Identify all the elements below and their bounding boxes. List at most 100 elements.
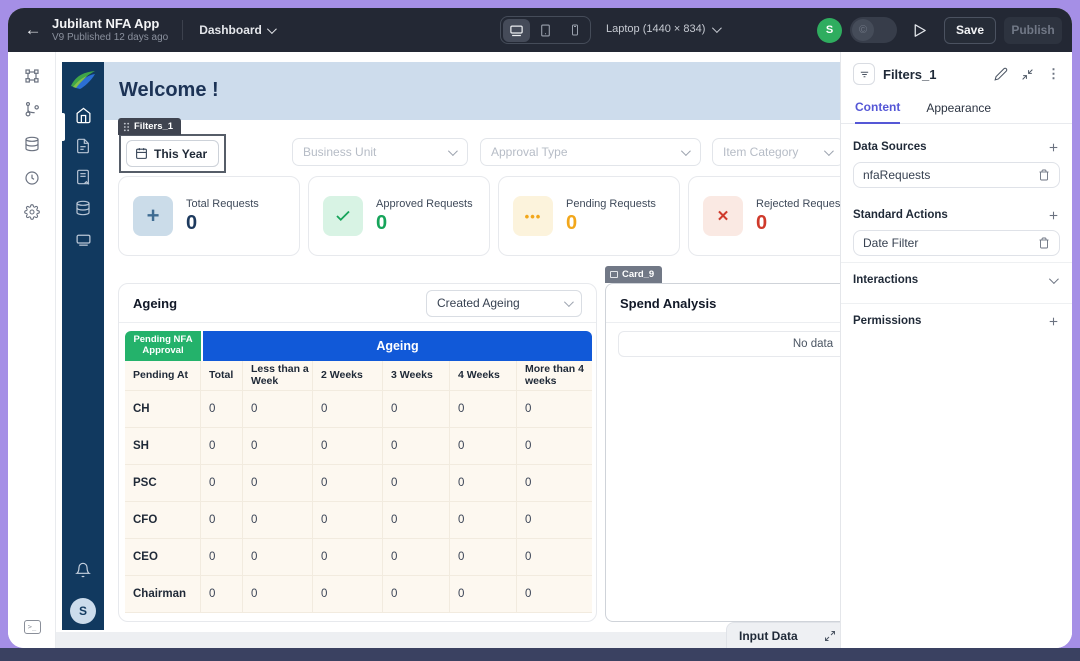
column-header: 4 Weeks (450, 361, 517, 391)
cell: 0 (383, 391, 450, 428)
back-button[interactable]: ← (18, 20, 48, 40)
collapse-icon (1021, 68, 1034, 81)
collapse-panel-button[interactable] (1021, 68, 1034, 81)
app-title: Jubilant NFA App (52, 17, 168, 32)
laptop-icon (509, 23, 524, 38)
device-tablet-button[interactable] (532, 19, 559, 42)
cell: 0 (383, 428, 450, 465)
calendar-icon (135, 147, 148, 160)
device-mobile-button[interactable] (561, 19, 588, 42)
nav-screen-icon[interactable] (75, 231, 92, 248)
history-icon[interactable] (24, 170, 40, 186)
rename-button[interactable] (994, 67, 1008, 81)
widget-selection-outline[interactable]: This Year (119, 134, 226, 173)
cell: 0 (450, 576, 517, 613)
add-permission-button[interactable] (1047, 315, 1060, 328)
nav-form-icon[interactable] (75, 169, 92, 186)
user-avatar[interactable]: S (817, 18, 842, 43)
add-data-source-button[interactable] (1047, 141, 1060, 154)
item-category-select[interactable]: Item Category (712, 138, 844, 166)
add-standard-action-button[interactable] (1047, 209, 1060, 222)
widget-tag-filters[interactable]: Filters_1 (118, 118, 181, 135)
row-label: CEO (125, 539, 201, 576)
app-nav-items (62, 107, 104, 248)
cell: 0 (243, 502, 313, 539)
table-row: CH 0 0 0 0 0 0 (125, 391, 592, 428)
tab-content[interactable]: Content (855, 100, 900, 124)
column-header: Less than a Week (243, 361, 313, 391)
data-sources-section: Data Sources (841, 132, 1072, 162)
interactions-section[interactable]: Interactions (841, 263, 1072, 297)
app-builder-window: ← Jubilant NFA App V9 Published 12 days … (8, 8, 1072, 648)
row-label: PSC (125, 465, 201, 502)
cell: 0 (313, 539, 383, 576)
collaboration-toggle[interactable]: © (850, 17, 897, 43)
save-button[interactable]: Save (944, 17, 996, 44)
database-icon[interactable] (24, 136, 40, 152)
cell: 0 (517, 428, 592, 465)
plus-icon: + (133, 196, 173, 236)
cell: 0 (517, 502, 592, 539)
chevron-down-icon (712, 23, 722, 33)
cell: 0 (243, 539, 313, 576)
mobile-icon (569, 24, 581, 36)
data-source-item[interactable]: nfaRequests (853, 162, 1060, 188)
chevron-down-icon (564, 297, 574, 307)
nav-home-icon[interactable] (75, 107, 92, 124)
cell: 0 (383, 539, 450, 576)
app-user-avatar[interactable]: S (70, 598, 96, 624)
date-filter-chip[interactable]: This Year (126, 140, 219, 167)
stat-value: 0 (376, 212, 473, 235)
cell: 0 (243, 465, 313, 502)
nav-database-icon[interactable] (75, 200, 92, 217)
table-row: SH 0 0 0 0 0 0 (125, 428, 592, 465)
delete-standard-action-button[interactable] (1038, 237, 1050, 249)
window-bottom-bar (0, 648, 1080, 661)
settings-icon[interactable] (24, 204, 40, 220)
approval-type-select[interactable]: Approval Type (480, 138, 701, 166)
topbar: ← Jubilant NFA App V9 Published 12 days … (8, 8, 1072, 52)
cell: 0 (517, 539, 592, 576)
cell: 0 (450, 502, 517, 539)
trash-icon (1038, 237, 1050, 249)
tab-appearance[interactable]: Appearance (926, 101, 991, 123)
delete-data-source-button[interactable] (1038, 169, 1050, 181)
terminal-icon[interactable]: >_ (24, 620, 41, 634)
standard-action-name: Date Filter (863, 236, 918, 250)
item-category-placeholder: Item Category (723, 145, 798, 159)
publish-button[interactable]: Publish (1004, 17, 1062, 44)
cell: 0 (383, 576, 450, 613)
business-unit-select[interactable]: Business Unit (292, 138, 468, 166)
cell: 0 (201, 502, 243, 539)
cell: 0 (383, 502, 450, 539)
widget-tag-card9[interactable]: Card_9 (605, 266, 662, 283)
resolution-selector[interactable]: Laptop (1440 × 834) (606, 23, 719, 35)
nav-document-icon[interactable] (75, 138, 92, 155)
app-version: V9 Published 12 days ago (52, 32, 168, 44)
component-tree-icon[interactable] (24, 102, 40, 118)
topbar-divider (182, 20, 183, 40)
more-options-button[interactable]: ⋮ (1047, 66, 1060, 82)
welcome-text: Welcome ! (119, 79, 219, 102)
column-header: Pending At (125, 361, 201, 391)
check-icon (323, 196, 363, 236)
table-row: CFO 0 0 0 0 0 0 (125, 502, 592, 539)
table-row: CEO 0 0 0 0 0 0 (125, 539, 592, 576)
table-body: CH 0 0 0 0 0 0 SH 0 0 0 0 0 (125, 391, 592, 613)
device-laptop-button[interactable] (503, 19, 530, 42)
standard-action-item[interactable]: Date Filter (853, 230, 1060, 256)
artboard-icon[interactable] (24, 68, 40, 84)
page-selector[interactable]: Dashboard (199, 23, 274, 37)
widget-tag-label: Card_9 (622, 269, 654, 280)
drag-handle-icon (123, 122, 130, 132)
stat-label: Approved Requests (376, 198, 473, 210)
preview-play-button[interactable] (911, 22, 928, 39)
ageing-type-select[interactable]: Created Ageing (426, 290, 582, 317)
standard-actions-section: Standard Actions (841, 200, 1072, 230)
cell: 0 (450, 539, 517, 576)
permissions-section: Permissions (841, 304, 1072, 338)
widget-tag-label: Filters_1 (134, 121, 173, 132)
ageing-card-header: Ageing Created Ageing (119, 284, 596, 323)
notifications-bell-icon[interactable] (62, 562, 104, 578)
tablet-icon (539, 24, 552, 37)
